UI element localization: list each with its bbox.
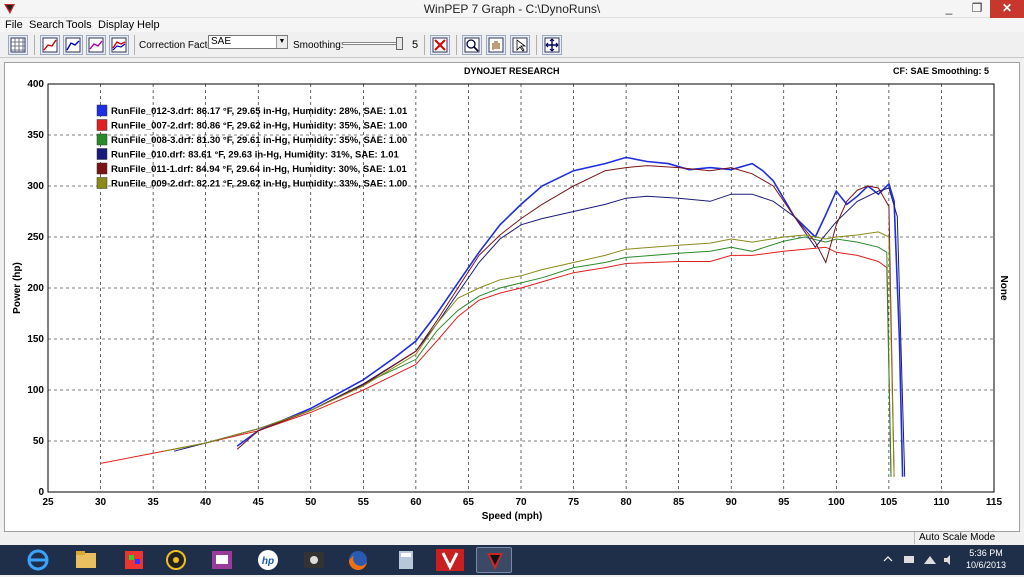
- legend-swatch: [96, 148, 108, 160]
- taskbar: hp 5:36 PM 10/6/2013: [0, 545, 1024, 575]
- x-tick-label: 25: [42, 497, 54, 508]
- x-tick-label: 65: [463, 497, 475, 508]
- legend-entry: RunFile_009-2.drf: 82.21 °F, 29.62 in-Hg…: [111, 179, 407, 190]
- clock-date: 10/6/2013: [966, 560, 1007, 570]
- legend-entry: RunFile_012-3.drf: 86.17 °F, 29.65 in-Hg…: [111, 106, 408, 117]
- legend-swatch: [96, 133, 108, 146]
- x-tick-label: 70: [515, 497, 527, 508]
- x-tick-label: 90: [726, 497, 738, 508]
- y-tick-label: 0: [38, 487, 44, 498]
- system-tray-icons[interactable]: [880, 545, 970, 575]
- y-tick-label: 350: [27, 130, 44, 141]
- legend-swatch: [96, 119, 108, 131]
- x-tick-label: 75: [568, 497, 580, 508]
- legend-entry: RunFile_008-3.drf: 81.30 °F, 29.61 in-Hg…: [111, 135, 407, 146]
- x-tick-label: 105: [881, 497, 898, 508]
- y-tick-label: 250: [27, 232, 44, 243]
- clock-time: 5:36 PM: [969, 548, 1003, 558]
- calculator-icon[interactable]: [388, 547, 424, 573]
- y-tick-label: 400: [27, 79, 44, 90]
- x-tick-label: 30: [95, 497, 107, 508]
- legend-entry: RunFile_007-2.drf: 80.86 °F, 29.62 in-Hg…: [111, 121, 407, 132]
- y-tick-label: 200: [27, 283, 44, 294]
- hp-icon[interactable]: hp: [250, 547, 286, 573]
- x-tick-label: 35: [148, 497, 160, 508]
- x-tick-label: 95: [778, 497, 790, 508]
- presentation-app-icon[interactable]: [204, 547, 240, 573]
- x-tick-label: 110: [933, 497, 950, 508]
- x-tick-label: 40: [200, 497, 212, 508]
- dyno-chart: 25 30 35 40 45 50 55 60 65 70 75 80 85 90 95 100 105 110 1…: [12, 79, 1009, 522]
- legend-swatch: [96, 104, 108, 117]
- svg-text:hp: hp: [262, 556, 274, 567]
- clock[interactable]: 5:36 PM 10/6/2013: [966, 545, 1006, 575]
- legend-entry: RunFile_010.drf: 83.61 °F, 29.63 in-Hg, …: [111, 150, 400, 161]
- legend-entry: RunFile_011-1.drf: 84.94 °F, 29.64 in-Hg…: [111, 164, 407, 175]
- y-tick-label: 100: [27, 385, 44, 396]
- v-app-icon[interactable]: [432, 547, 468, 573]
- explorer-icon[interactable]: [68, 547, 104, 573]
- x-tick-label: 45: [253, 497, 265, 508]
- y-tick-label: 150: [27, 334, 44, 345]
- y-tick-label: 300: [27, 181, 44, 192]
- firefox-icon[interactable]: [340, 547, 376, 573]
- x-tick-label: 115: [986, 497, 1003, 508]
- x-tick-label: 55: [358, 497, 370, 508]
- x-tick-label: 80: [621, 497, 633, 508]
- x-axis-label: Speed (mph): [482, 511, 543, 522]
- legend-swatch: [96, 162, 108, 175]
- camera-app-icon[interactable]: [296, 547, 332, 573]
- right-axis-label: None: [998, 276, 1009, 301]
- media-app-icon[interactable]: [116, 547, 152, 573]
- x-tick-label: 100: [828, 497, 845, 508]
- y-tick-label: 50: [33, 436, 45, 447]
- x-tick-label: 50: [305, 497, 317, 508]
- speaker-app-icon[interactable]: [158, 547, 194, 573]
- y-axis-label: Power (hp): [12, 262, 23, 314]
- auto-scale-mode-status: Auto Scale Mode: [914, 532, 1024, 544]
- x-tick-label: 60: [410, 497, 422, 508]
- legend-swatch: [96, 177, 108, 189]
- winpep-taskbar-icon[interactable]: [476, 547, 512, 573]
- x-tick-label: 85: [673, 497, 685, 508]
- ie-icon[interactable]: [20, 547, 56, 573]
- status-bar: Auto Scale Mode: [0, 532, 1024, 544]
